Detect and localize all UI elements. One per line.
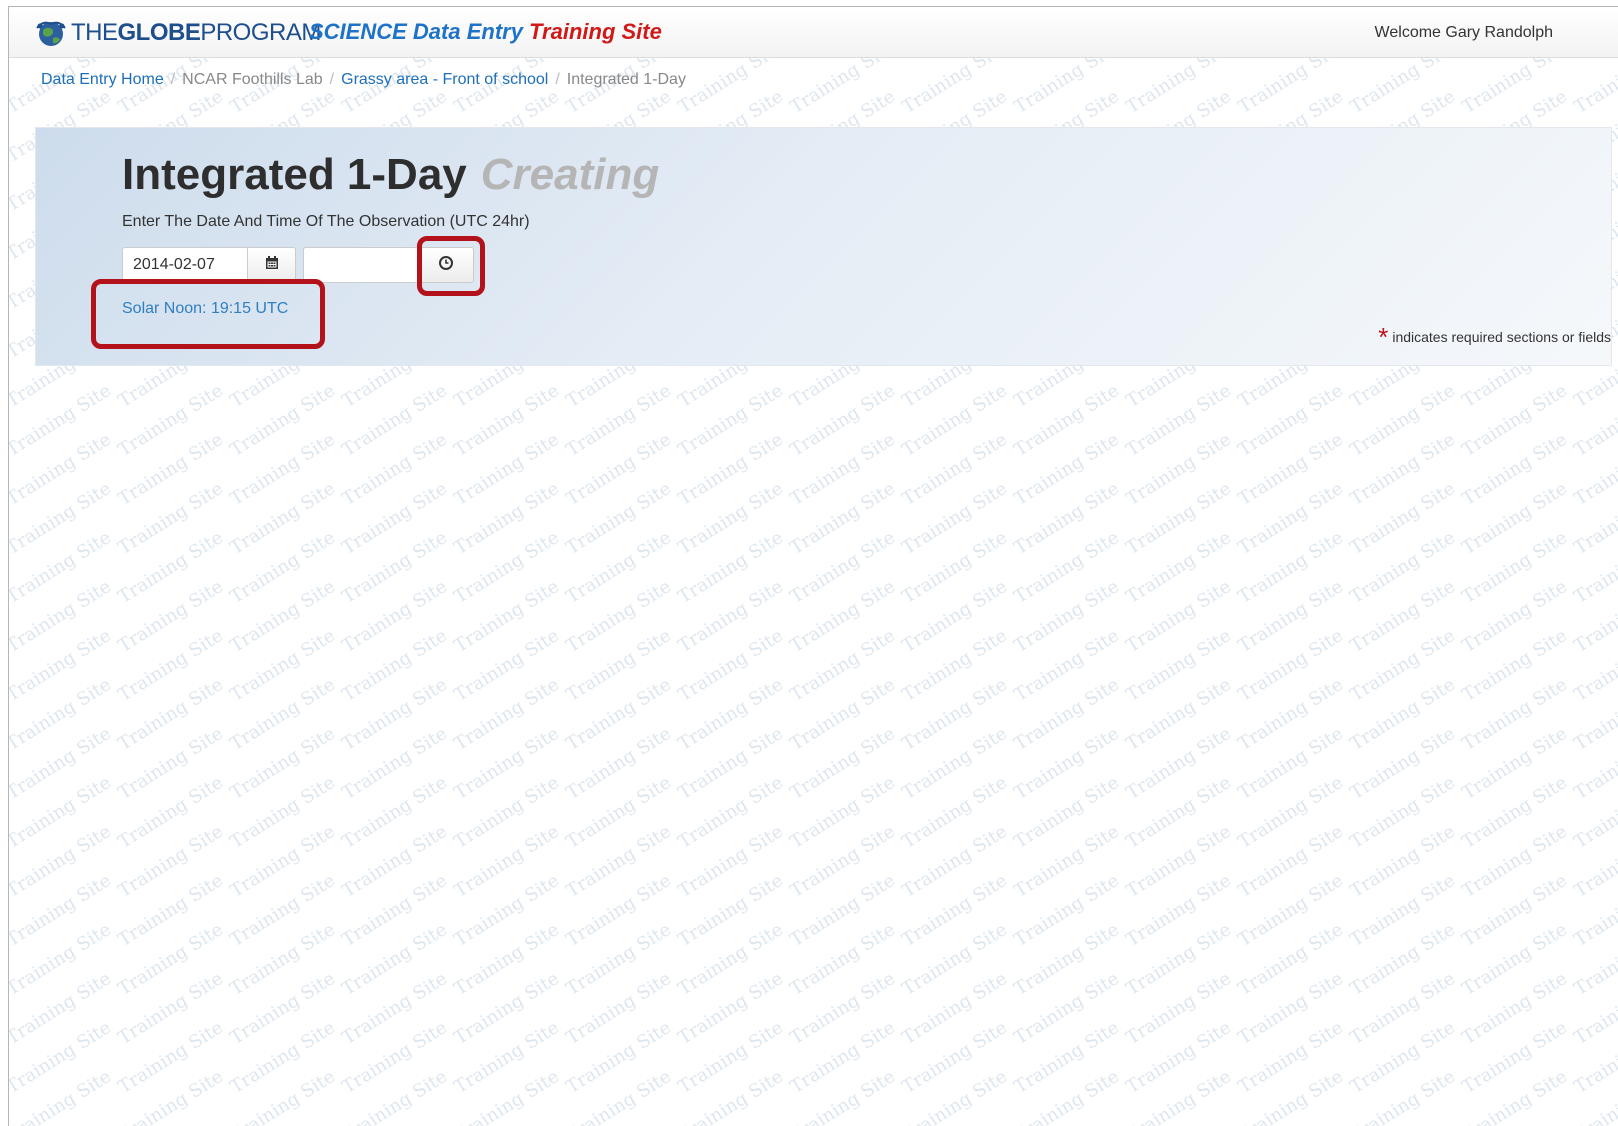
page-title: Integrated 1-Day Creating: [122, 150, 659, 200]
status-label: Creating: [480, 150, 660, 199]
globe-program-logo[interactable]: THEGLOBEPROGRAM: [33, 17, 321, 49]
breadcrumb-site: NCAR Foothills Lab: [182, 71, 323, 88]
science-data-entry-label: SCIENCE Data Entry: [309, 19, 523, 44]
solar-noon-highlight: [91, 279, 325, 349]
calendar-button[interactable]: [248, 247, 296, 283]
date-picker: [122, 247, 296, 283]
breadcrumb-current: Integrated 1-Day: [566, 71, 686, 88]
date-input[interactable]: [122, 247, 248, 283]
breadcrumb: Data Entry Home / NCAR Foothills Lab / Grass…: [41, 71, 686, 89]
clock-button-highlight: [417, 236, 485, 296]
protocol-title: Integrated 1-Day: [122, 150, 467, 199]
breadcrumb-separator: /: [329, 71, 335, 88]
watermark-text: Training Site: [1570, 57, 1618, 119]
calendar-icon: [265, 255, 279, 275]
date-time-instruction: Enter The Date And Time Of The Observati…: [122, 213, 530, 230]
globe-icon: [33, 18, 69, 48]
breadcrumb-separator: /: [555, 71, 560, 88]
required-note-text: indicates required sections or fields: [1392, 329, 1611, 345]
top-navbar: THEGLOBEPROGRAM SCIENCE Data Entry Train…: [9, 7, 1618, 58]
breadcrumb-data-entry-home[interactable]: Data Entry Home: [41, 71, 164, 88]
training-site-label: Training Site: [529, 19, 662, 44]
brand-wordmark: THEGLOBEPROGRAM: [71, 19, 321, 46]
browser-frame: Training Site Training Site Training Site T…: [8, 6, 1618, 1126]
required-asterisk: *: [1378, 322, 1389, 352]
breadcrumb-grassy-area[interactable]: Grassy area - Front of school: [341, 71, 548, 88]
welcome-user[interactable]: Welcome Gary Randolph: [1375, 24, 1553, 42]
breadcrumb-separator: /: [170, 71, 176, 88]
time-input[interactable]: [303, 247, 418, 283]
required-fields-note: * indicates required sections or fields: [1378, 322, 1611, 353]
